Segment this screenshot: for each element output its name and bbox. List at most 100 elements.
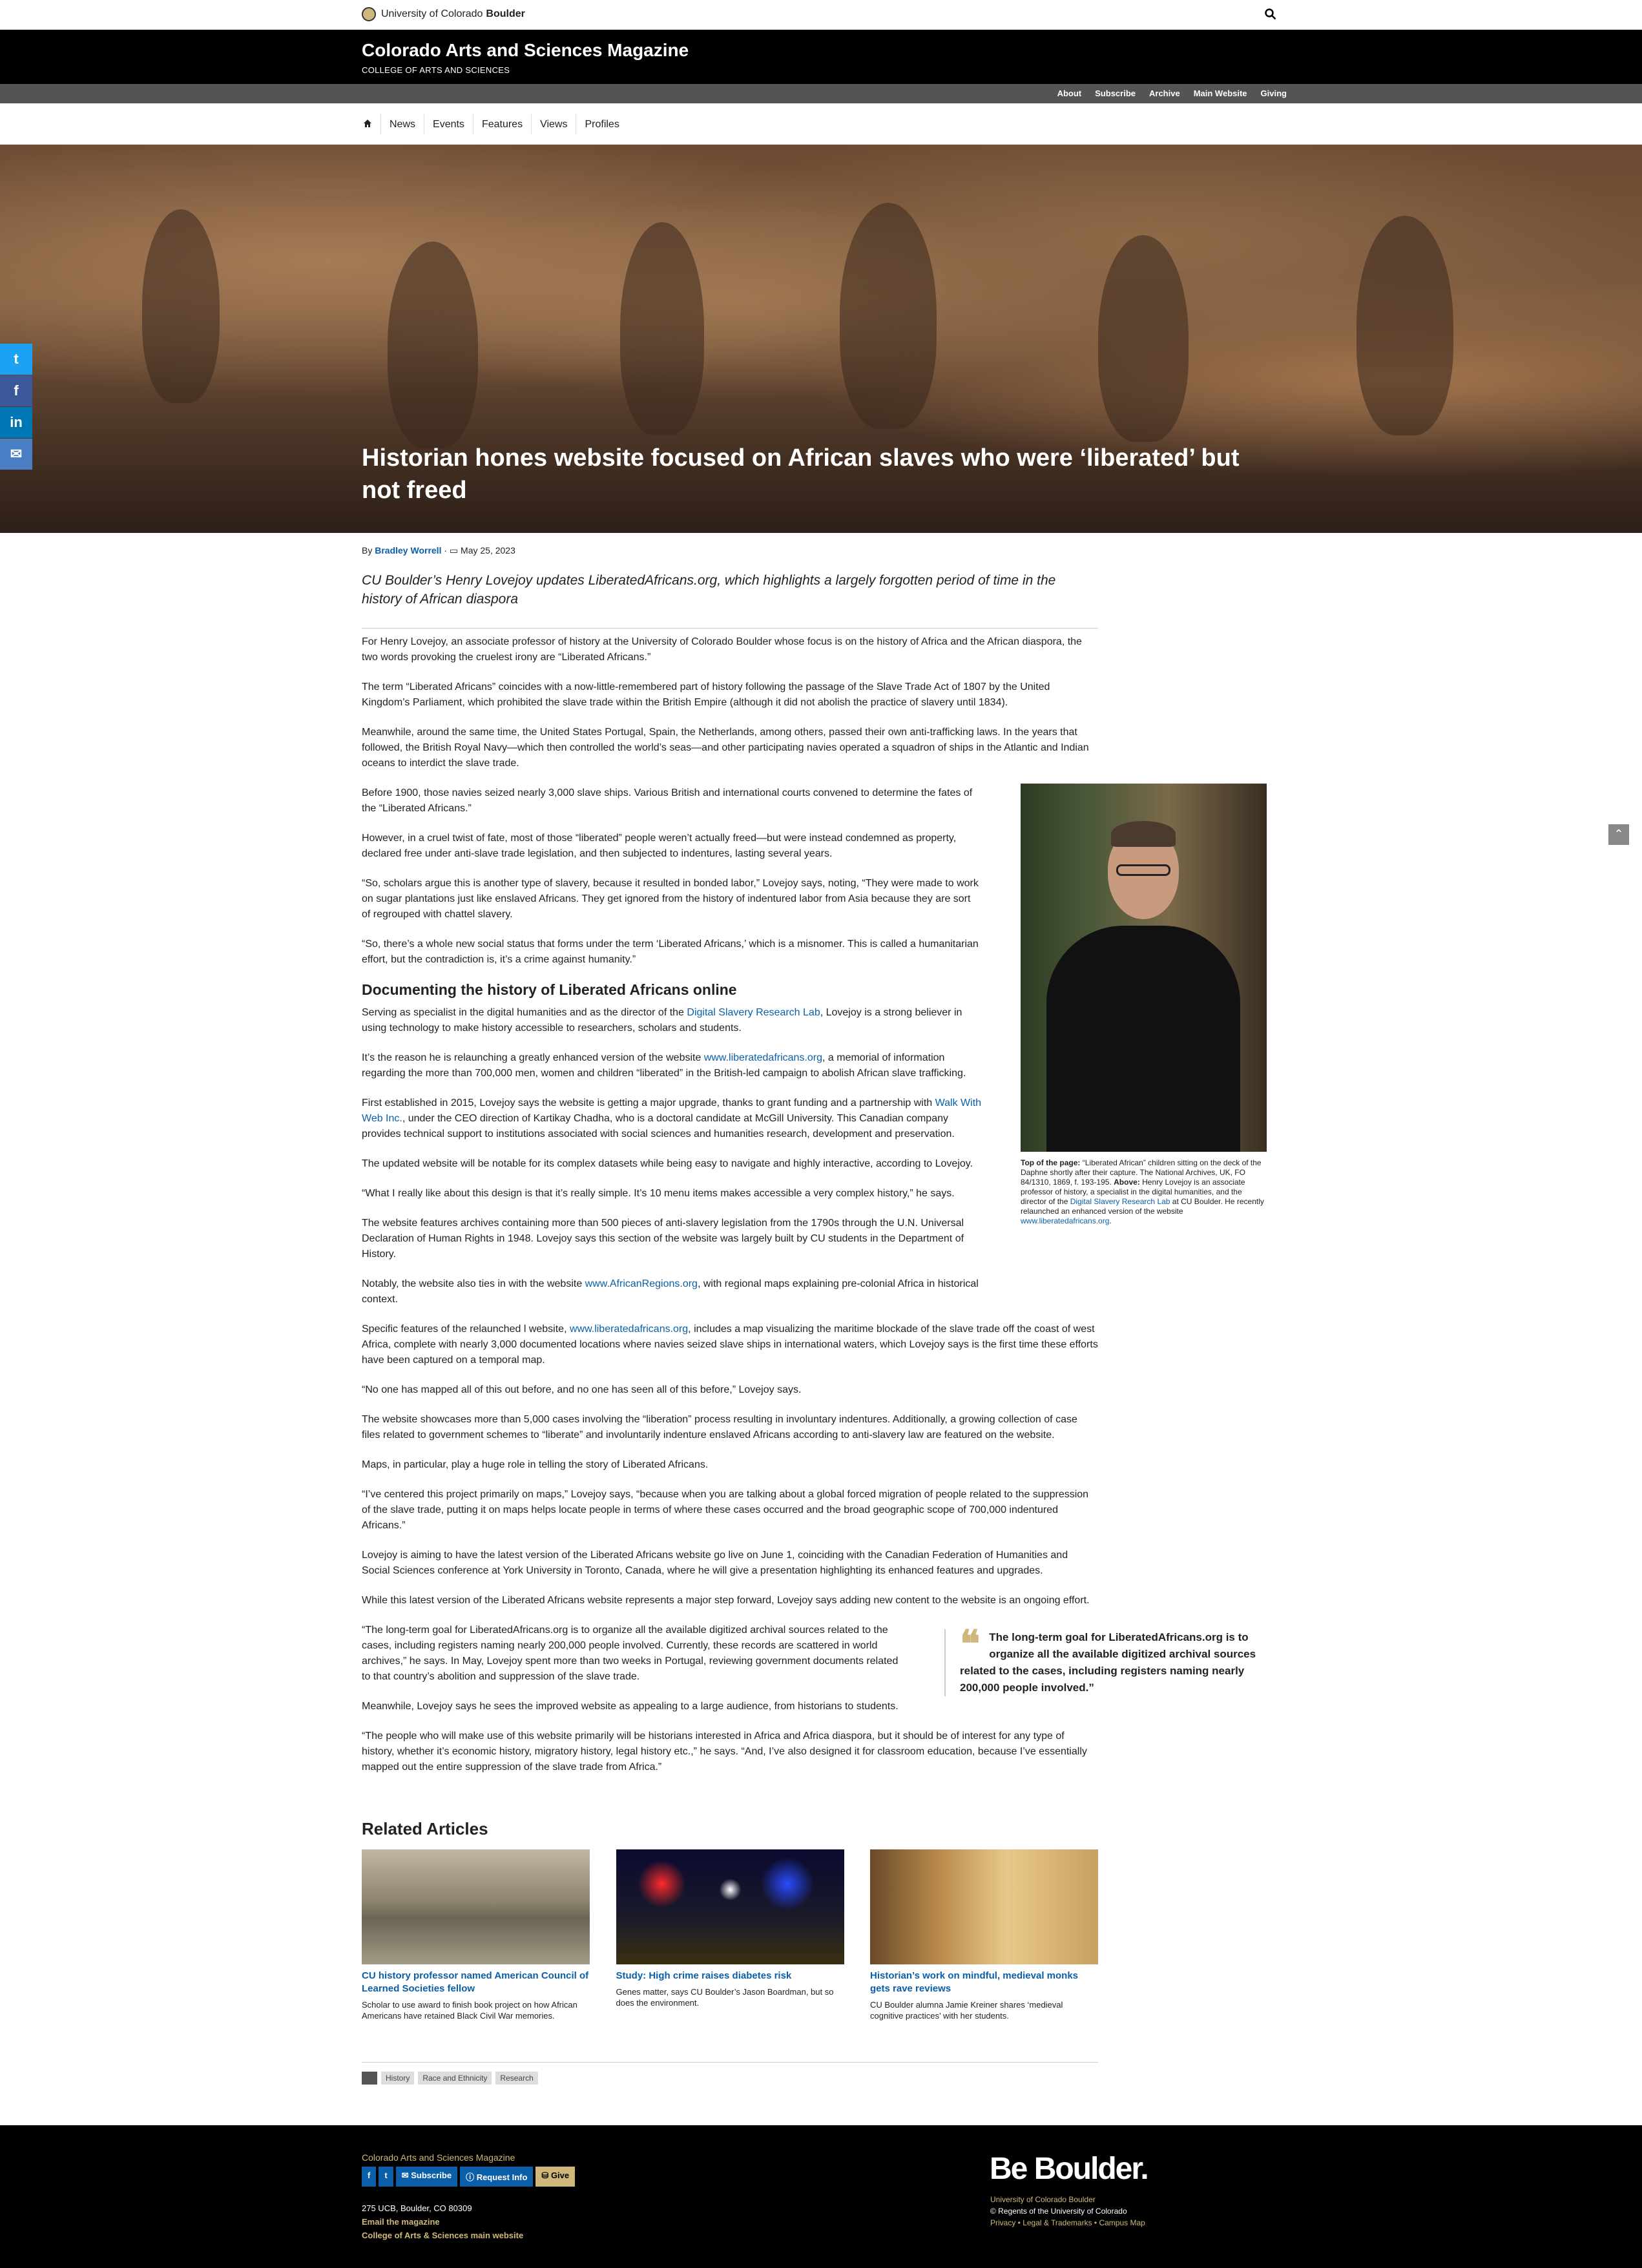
caption-lab-link[interactable]: Digital Slavery Research Lab (1070, 1197, 1170, 1206)
site-subtitle[interactable]: COLLEGE OF ARTS AND SCIENCES (362, 65, 510, 75)
byline-prefix: By (362, 545, 373, 556)
nav-profiles[interactable]: Profiles (576, 114, 627, 134)
paragraph: “So, there’s a whole new social status t… (362, 939, 979, 965)
quote-icon: ❝ (960, 1623, 981, 1665)
twitter-share-icon[interactable]: t (0, 344, 32, 375)
site-title[interactable]: Colorado Arts and Sciences Magazine (362, 40, 689, 61)
related-card[interactable]: Historian’s work on mindful, medieval mo… (870, 1849, 1098, 2021)
paragraph: While this latest version of the Liberat… (362, 1595, 1090, 1606)
scroll-to-top-button[interactable]: ⌃ (1608, 824, 1629, 845)
caption-site-link[interactable]: www.liberatedafricans.org (1021, 1216, 1109, 1225)
article-body: For Henry Lovejoy, an associate professo… (362, 634, 1098, 1789)
paragraph: The website showcases more than 5,000 ca… (362, 1414, 1077, 1441)
related-desc: Scholar to use award to finish book proj… (362, 2000, 577, 2021)
hero-figure (620, 222, 704, 435)
twitter-button[interactable]: t (379, 2167, 393, 2187)
pull-quote: ❝ The long-term goal for LiberatedAfrica… (944, 1623, 1267, 1696)
search-icon[interactable] (1265, 8, 1276, 20)
liberatedafricans-link[interactable]: www.liberatedafricans.org (704, 1052, 822, 1063)
hero-figure (1098, 235, 1189, 442)
subscribe-button[interactable]: ✉ Subscribe (395, 2167, 458, 2187)
paragraph: Maps, in particular, play a huge role in… (362, 1459, 709, 1470)
footer-links[interactable]: Privacy • Legal & Trademarks • Campus Ma… (990, 2217, 1145, 2229)
cu-brand-link[interactable]: University of Colorado Boulder (362, 7, 525, 21)
paragraph: “What I really like about this design is… (362, 1188, 955, 1199)
paragraph: Meanwhile, around the same time, the Uni… (362, 727, 1089, 769)
paragraph: However, in a cruel twist of fate, most … (362, 833, 957, 859)
related-articles: Related Articles CU history professor na… (362, 1819, 1098, 2021)
footer-address: 275 UCB, Boulder, CO 80309 (362, 2203, 472, 2213)
calendar-icon: ▭ (449, 545, 459, 556)
related-card[interactable]: Study: High crime raises diabetes risk G… (616, 1849, 844, 2021)
article-summary: CU Boulder’s Henry Lovejoy updates Liber… (362, 571, 1098, 629)
tag-list: History Race and Ethnicity Research (362, 2062, 1098, 2085)
util-link-archive[interactable]: Archive (1149, 88, 1180, 98)
footer-copyright: © Regents of the University of Colorado (990, 2207, 1127, 2216)
nav-views[interactable]: Views (531, 114, 576, 134)
util-link-giving[interactable]: Giving (1261, 88, 1287, 98)
footer-address-block: 275 UCB, Boulder, CO 80309 Email the mag… (362, 2201, 523, 2242)
author-link[interactable]: Bradley Worrell (375, 545, 441, 556)
cu-logo-icon (362, 7, 376, 21)
liberatedafricans-link-2[interactable]: www.liberatedafricans.org (570, 1324, 688, 1335)
paragraph: The updated website will be notable for … (362, 1158, 973, 1169)
related-title[interactable]: Historian’s work on mindful, medieval mo… (870, 1970, 1098, 1995)
related-heading: Related Articles (362, 1819, 488, 1838)
nav-home[interactable] (362, 114, 380, 134)
main-site-link[interactable]: College of Arts & Sciences main website (362, 2231, 523, 2240)
footer-magazine-name[interactable]: Colorado Arts and Sciences Magazine (362, 2152, 515, 2163)
nav-features[interactable]: Features (472, 114, 531, 134)
africanregions-link[interactable]: www.AfricanRegions.org (585, 1278, 698, 1289)
footer-legal: University of Colorado Boulder © Regents… (990, 2194, 1145, 2229)
hero-figure (1356, 216, 1453, 435)
paragraph: “No one has mapped all of this out befor… (362, 1384, 802, 1395)
util-link-main-website[interactable]: Main Website (1194, 88, 1247, 98)
lovejoy-figure: Top of the page: “Liberated African” chi… (1021, 784, 1267, 1226)
campus-name: Boulder (486, 8, 525, 19)
photo-caption: Top of the page: “Liberated African” chi… (1021, 1158, 1264, 1225)
main-nav: News Events Features Views Profiles (0, 103, 1642, 145)
facebook-share-icon[interactable]: f (0, 375, 32, 406)
paragraph: Meanwhile, Lovejoy says he sees the impr… (362, 1701, 899, 1712)
email-share-icon[interactable]: ✉ (0, 439, 32, 470)
related-desc: Genes matter, says CU Boulder’s Jason Bo… (616, 1987, 834, 2008)
paragraph: It’s the reason he is relaunching a grea… (362, 1052, 966, 1079)
publish-date: May 25, 2023 (461, 545, 515, 556)
related-image[interactable] (616, 1849, 844, 1964)
util-link-subscribe[interactable]: Subscribe (1095, 88, 1136, 98)
tag-research[interactable]: Research (495, 2072, 538, 2085)
util-link-about[interactable]: About (1057, 88, 1082, 98)
nav-news[interactable]: News (380, 114, 424, 134)
hero-figure (840, 203, 937, 429)
email-magazine-link[interactable]: Email the magazine (362, 2217, 440, 2227)
give-button[interactable]: ⛁ Give (535, 2167, 576, 2187)
digital-slavery-lab-link[interactable]: Digital Slavery Research Lab (687, 1007, 820, 1018)
paragraph: For Henry Lovejoy, an associate professo… (362, 636, 1082, 663)
related-image[interactable] (870, 1849, 1098, 1964)
pull-quote-text: The long-term goal for LiberatedAfricans… (960, 1631, 1256, 1694)
paragraph: “The long-term goal for LiberatedAfrican… (362, 1625, 899, 1682)
related-title[interactable]: CU history professor named American Coun… (362, 1970, 590, 1995)
tag-history[interactable]: History (381, 2072, 415, 2085)
paragraph: Specific features of the relaunched l we… (362, 1324, 1098, 1366)
university-name: University of Colorado (381, 8, 483, 19)
paragraph: The website features archives containing… (362, 1218, 964, 1260)
linkedin-share-icon[interactable]: in (0, 407, 32, 438)
related-image[interactable] (362, 1849, 590, 1964)
paragraph: Notably, the website also ties in with t… (362, 1278, 979, 1305)
related-title[interactable]: Study: High crime raises diabetes risk (616, 1970, 844, 1982)
paragraph: “So, scholars argue this is another type… (362, 878, 979, 920)
section-heading: Documenting the history of Liberated Afr… (362, 981, 737, 998)
article-title: Historian hones website focused on Afric… (362, 444, 1240, 504)
tag-race-ethnicity[interactable]: Race and Ethnicity (418, 2072, 492, 2085)
request-info-button[interactable]: ⓘ Request Info (460, 2167, 534, 2187)
nav-events[interactable]: Events (424, 114, 473, 134)
paragraph: Before 1900, those navies seized nearly … (362, 787, 973, 814)
facebook-button[interactable]: f (362, 2167, 377, 2187)
utility-nav: About Subscribe Archive Main Website Giv… (0, 84, 1642, 103)
footer-university[interactable]: University of Colorado Boulder (990, 2194, 1145, 2205)
paragraph: Lovejoy is aiming to have the latest ver… (362, 1550, 1068, 1576)
related-card[interactable]: CU history professor named American Coun… (362, 1849, 590, 2021)
be-boulder-logo: Be Boulder. (990, 2152, 1149, 2186)
paragraph: The term “Liberated Africans” coincides … (362, 681, 1050, 708)
